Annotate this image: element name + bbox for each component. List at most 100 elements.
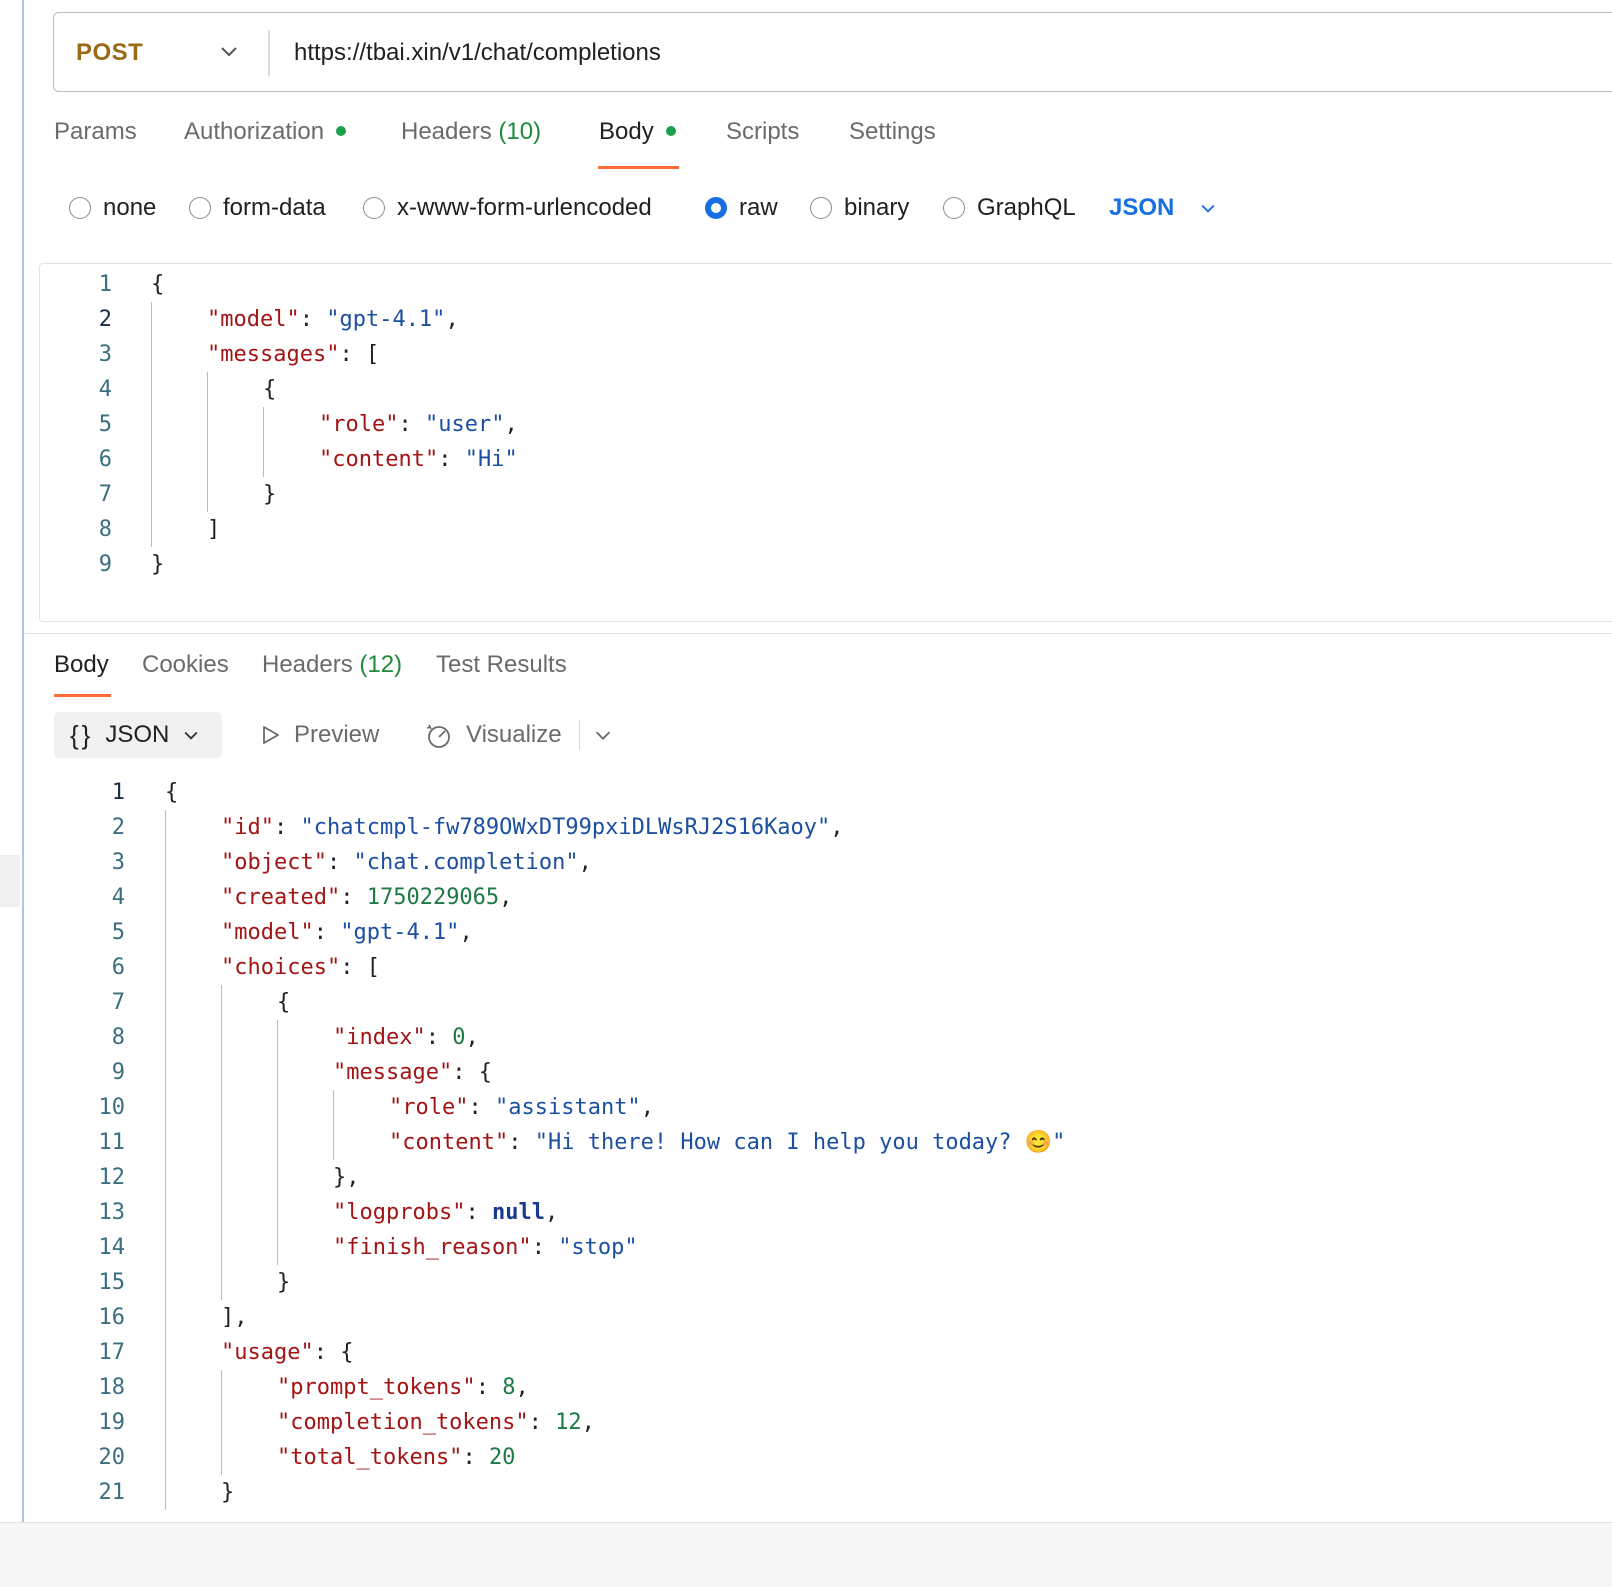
radio-binary[interactable]: binary [810,192,909,224]
tab-label: Settings [849,118,936,145]
code-line: "role": "assistant", [389,1095,654,1120]
play-icon [263,726,279,744]
response-tab-headers[interactable]: Headers (12) [262,651,402,679]
radio-button[interactable] [69,197,91,219]
response-tab-cookies[interactable]: Cookies [142,651,229,679]
response-body-viewer[interactable]: 1 2 3 4 5 6 7 8 9 10 11 12 13 14 15 16 1… [0,0,1612,1522]
radio-x-www-form-urlencoded[interactable]: x-www-form-urlencoded [363,192,652,224]
code-line: { [263,377,277,402]
line-number: 3 [111,850,125,875]
tab-authorization[interactable]: Authorization [184,118,347,170]
pane-splitter[interactable] [24,633,1612,634]
code-line: } [151,552,165,577]
line-number: 2 [98,307,112,332]
code-line: "messages": [ [207,342,380,367]
response-tab-test-results[interactable]: Test Results [436,651,567,679]
sidebar-edge [0,855,20,907]
line-number: 5 [98,412,112,437]
radio-button-selected[interactable] [705,197,727,219]
chevron-down-icon [184,731,198,740]
radio-form-data[interactable]: form-data [189,192,326,224]
tab-headers[interactable]: Headers (10) [401,118,541,170]
tab-label: Body [599,118,654,145]
line-number: 5 [111,920,125,945]
code-line: "model": "gpt-4.1", [207,307,459,332]
radio-none[interactable]: none [69,192,156,224]
line-number: 8 [111,1025,125,1050]
status-dot [336,125,347,136]
indent-guide [221,1370,222,1475]
line-number: 3 [98,342,112,367]
response-format-select[interactable]: {} JSON [54,712,222,758]
code-line: { [151,272,165,297]
braces-icon: {} [70,719,94,750]
raw-format-select[interactable]: JSON [1109,192,1218,224]
code-line: "index": 0, [333,1025,479,1050]
code-line: "content": "Hi" [319,447,518,472]
visualize-button[interactable]: Visualize [424,712,562,758]
line-number: 6 [98,447,112,472]
code-line: { [165,780,179,805]
line-number: 1 [98,272,112,297]
code-line: } [277,1270,291,1295]
code-line: "id": "chatcmpl-fw789OWxDT99pxiDLWsRJ2S1… [221,815,844,840]
tab-label: Cookies [142,651,229,678]
line-number: 2 [111,815,125,840]
line-number: 13 [98,1200,126,1225]
visualize-icon [426,724,450,748]
tab-params[interactable]: Params [54,118,137,170]
line-number: 4 [111,885,125,910]
line-number: 20 [98,1445,126,1470]
line-number: 4 [98,377,112,402]
radio-label: raw [739,194,778,221]
line-number: 9 [111,1060,125,1085]
code-line: "message": { [333,1060,492,1085]
toolbar-divider [579,720,580,750]
tab-settings[interactable]: Settings [849,118,936,170]
line-number: 11 [98,1130,126,1155]
preview-button[interactable]: Preview [258,712,379,758]
code-line: "model": "gpt-4.1", [221,920,473,945]
line-number: 12 [98,1165,126,1190]
code-line: "completion_tokens": 12, [277,1410,595,1435]
indent-guide [277,1020,278,1265]
code-line: "usage": { [221,1340,354,1365]
line-number: 6 [111,955,125,980]
workspace-accent-line [22,0,24,1522]
line-number: 9 [98,552,112,577]
url-input[interactable]: https://tbai.xin/v1/chat/completions [294,39,661,67]
code-line: { [277,990,291,1015]
code-line: "object": "chat.completion", [221,850,592,875]
radio-label: x-www-form-urlencoded [397,194,652,221]
url-divider [268,30,270,76]
radio-button[interactable] [189,197,211,219]
code-line: } [263,482,277,507]
tab-label: Authorization [184,118,325,145]
radio-label: binary [844,194,910,221]
tab-label: Headers [262,651,353,678]
radio-raw[interactable]: raw [705,192,778,224]
code-line: "created": 1750229065, [221,885,513,910]
code-line: "total_tokens": 20 [277,1445,516,1470]
line-number: 10 [98,1095,126,1120]
format-label: JSON [105,721,170,748]
radio-button[interactable] [810,197,832,219]
code-line: }, [333,1165,360,1190]
radio-button[interactable] [943,197,965,219]
code-line: ], [221,1305,248,1330]
request-body-editor[interactable]: 1 2 3 4 5 6 7 8 9 { "model": "gpt-4.1", … [39,263,1612,622]
status-dot [665,125,676,136]
chevron-down-icon[interactable] [592,724,614,746]
chevron-down-icon[interactable] [217,39,241,63]
response-tab-body[interactable]: Body [54,651,109,679]
radio-button[interactable] [363,197,385,219]
tab-scripts[interactable]: Scripts [726,118,799,170]
status-bar [0,1522,1612,1587]
indent-guide [165,810,166,1510]
radio-graphql[interactable]: GraphQL [943,192,1076,224]
tab-body[interactable]: Body [599,118,676,170]
request-url-bar: POST https://tbai.xin/v1/chat/completion… [53,12,1612,92]
code-line: "role": "user", [319,412,518,437]
method-select[interactable]: POST [76,39,143,67]
radio-label: form-data [223,194,326,221]
